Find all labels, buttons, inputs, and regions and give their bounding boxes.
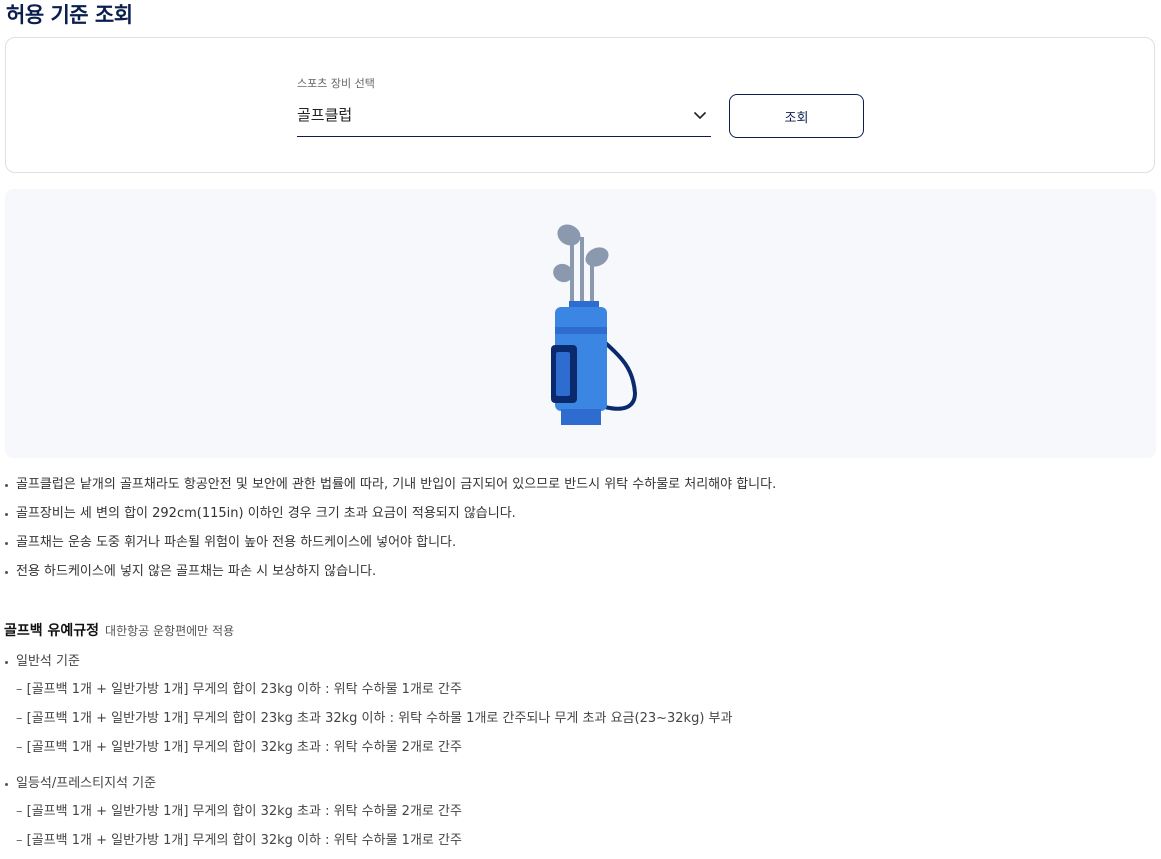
select-label: 스포츠 장비 선택 [297, 77, 375, 90]
search-card: 스포츠 장비 선택 골프클럽 조회 [5, 37, 1155, 173]
list-item: 골프클럽은 낱개의 골프채라도 항공안전 및 보안에 관한 법률에 따라, 기내… [4, 474, 776, 503]
golf-bag-icon [551, 224, 638, 425]
rule-item: [골프백 1개 + 일반가방 1개] 무게의 합이 32kg 초과 : 위탁 수… [4, 801, 462, 830]
rule-item: [골프백 1개 + 일반가방 1개] 무게의 합이 23kg 이하 : 위탁 수… [4, 679, 732, 708]
select-value: 골프클럽 [297, 106, 353, 124]
list-item: 골프장비는 세 변의 합이 292cm(115in) 이하인 경우 크기 초과 … [4, 503, 776, 532]
page-title: 허용 기준 조회 [6, 3, 133, 27]
golf-bag-rules-heading: 골프백 유예규정 대한항공 운항편에만 적용 [4, 619, 234, 642]
rule-item: [골프백 1개 + 일반가방 1개] 무게의 합이 32kg 초과 : 위탁 수… [4, 737, 732, 766]
sports-equipment-select[interactable]: 골프클럽 [297, 100, 711, 137]
group-label: 일등석/프레스티지석 기준 [4, 773, 462, 801]
section-title: 골프백 유예규정 [4, 623, 100, 639]
list-item: 골프채는 운송 도중 휘거나 파손될 위험이 높아 전용 하드케이스에 넣어야 … [4, 532, 776, 561]
notice-list: 골프클럽은 낱개의 골프채라도 항공안전 및 보안에 관한 법률에 따라, 기내… [4, 474, 776, 590]
group-label: 일반석 기준 [4, 651, 732, 679]
search-button[interactable]: 조회 [729, 94, 864, 138]
illustration-panel [5, 189, 1156, 458]
rule-group-economy: 일반석 기준 [골프백 1개 + 일반가방 1개] 무게의 합이 23kg 이하… [4, 651, 732, 766]
list-item: 전용 하드케이스에 넣지 않은 골프채는 파손 시 보상하지 않습니다. [4, 561, 776, 590]
rule-item: [골프백 1개 + 일반가방 1개] 무게의 합이 23kg 초과 32kg 이… [4, 708, 733, 737]
rule-group-first-prestige: 일등석/프레스티지석 기준 [골프백 1개 + 일반가방 1개] 무게의 합이 … [4, 773, 462, 859]
chevron-down-icon [693, 111, 707, 120]
section-note: 대한항공 운항편에만 적용 [105, 624, 235, 638]
